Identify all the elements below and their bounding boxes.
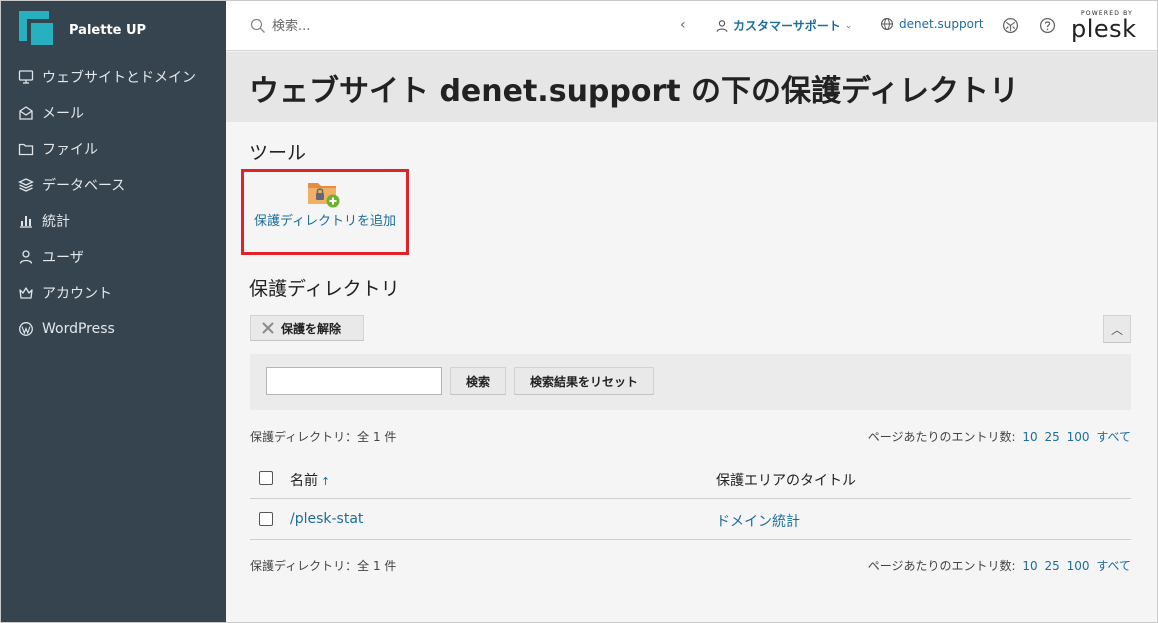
per-page-100[interactable]: 100: [1067, 430, 1090, 444]
sidebar-item-wordpress[interactable]: WordPress: [1, 311, 226, 347]
table-header: 名前 ↑ 保護エリアのタイトル: [250, 457, 1131, 499]
column-name-label: 名前: [290, 473, 318, 489]
select-all-checkbox[interactable]: [259, 471, 273, 485]
page-header: ウェブサイト denet.support の下の保護ディレクトリ: [226, 52, 1157, 122]
search-icon: [250, 18, 265, 33]
column-header-name[interactable]: 名前 ↑: [290, 470, 330, 490]
main-content: ツール 保護ディレクトリを追加 保護ディレクトリ 保護を解除 ︿ 検索 検索結果…: [226, 122, 1157, 622]
sidebar-item-label: アカウント: [42, 286, 112, 302]
sidebar-item-label: ファイル: [42, 142, 98, 158]
mail-icon: [17, 104, 35, 122]
per-page-10[interactable]: 10: [1022, 430, 1037, 444]
sidebar-item-account[interactable]: アカウント: [1, 275, 226, 311]
bar-chart-icon: [17, 212, 35, 230]
sidebar-item-websites-domains[interactable]: ウェブサイトとドメイン: [1, 59, 226, 95]
database-layers-icon: [17, 176, 35, 194]
per-page-10[interactable]: 10: [1022, 559, 1037, 573]
crown-icon: [17, 284, 35, 302]
per-page-selector: ページあたりのエントリ数: 10 25 100 すべて: [868, 428, 1131, 445]
sidebar-item-users[interactable]: ユーザ: [1, 239, 226, 275]
unprotect-label: 保護を解除: [281, 321, 342, 336]
protected-folder-add-icon: [308, 183, 340, 208]
brand[interactable]: Palette UP: [1, 1, 226, 59]
chevron-up-icon: ︿: [1110, 322, 1123, 337]
user-icon: [716, 19, 728, 32]
domain-label: denet.support: [899, 17, 984, 31]
globe-icon: [881, 18, 893, 30]
sidebar-item-label: 統計: [42, 214, 70, 230]
brand-name: Palette UP: [69, 22, 147, 38]
remove-x-icon: [262, 322, 274, 334]
collapse-list-button[interactable]: ︿: [1103, 315, 1131, 343]
tools-section-title: ツール: [249, 142, 307, 164]
sidebar-nav: ウェブサイトとドメイン メール ファイル データベース 統計 ユーザ アカウント…: [1, 59, 226, 347]
per-page-selector-bottom: ページあたりのエントリ数: 10 25 100 すべて: [868, 557, 1131, 574]
per-page-all[interactable]: すべて: [1096, 430, 1131, 444]
per-page-100[interactable]: 100: [1067, 559, 1090, 573]
app-window: Palette UP ウェブサイトとドメイン メール ファイル データベース 統…: [0, 0, 1158, 623]
sidebar-item-label: メール: [42, 106, 84, 122]
sidebar-item-label: データベース: [42, 178, 126, 194]
back-chevron-icon[interactable]: ‹: [680, 17, 686, 33]
sidebar-item-statistics[interactable]: 統計: [1, 203, 226, 239]
per-page-all[interactable]: すべて: [1096, 559, 1131, 573]
add-protected-directory-label: 保護ディレクトリを追加: [253, 214, 397, 229]
table-row: /plesk-stat ドメイン統計: [250, 499, 1131, 540]
sidebar: Palette UP ウェブサイトとドメイン メール ファイル データベース 統…: [1, 1, 226, 622]
sidebar-item-mail[interactable]: メール: [1, 95, 226, 131]
palette-up-logo: [19, 11, 57, 49]
page-title: ウェブサイト denet.support の下の保護ディレクトリ: [249, 74, 1019, 109]
row-checkbox[interactable]: [259, 512, 273, 526]
directory-search-input[interactable]: [266, 367, 442, 395]
sidebar-item-label: ユーザ: [42, 250, 84, 266]
sidebar-item-label: ウェブサイトとドメイン: [42, 70, 196, 86]
extensions-icon[interactable]: [1002, 17, 1019, 34]
sidebar-item-files[interactable]: ファイル: [1, 131, 226, 167]
folder-icon: [17, 140, 35, 158]
area-title-link[interactable]: ドメイン統計: [716, 511, 800, 531]
sidebar-item-label: WordPress: [42, 321, 115, 337]
total-count: 保護ディレクトリ：全 1 件: [250, 430, 397, 444]
unprotect-button[interactable]: 保護を解除: [250, 315, 364, 341]
total-count-bottom: 保護ディレクトリ：全 1 件: [250, 559, 397, 573]
protected-directories-table: 名前 ↑ 保護エリアのタイトル /plesk-stat ドメイン統計: [250, 457, 1131, 540]
chevron-down-icon: ⌄: [844, 20, 853, 31]
per-page-25[interactable]: 25: [1044, 430, 1059, 444]
monitor-icon: [17, 68, 35, 86]
topbar: ‹ カスタマーサポート ⌄ denet.support POWERED BY p…: [226, 1, 1157, 51]
sidebar-item-databases[interactable]: データベース: [1, 167, 226, 203]
add-protected-directory-tool[interactable]: 保護ディレクトリを追加: [241, 169, 409, 255]
search-button[interactable]: 検索: [450, 367, 506, 395]
sort-ascending-icon: ↑: [321, 475, 331, 488]
customer-support-label: カスタマーサポート: [733, 19, 841, 33]
filter-bar: 検索 検索結果をリセット: [250, 354, 1131, 410]
column-header-area-title[interactable]: 保護エリアのタイトル: [716, 470, 856, 490]
directory-name-link[interactable]: /plesk-stat: [290, 511, 363, 527]
global-search-input[interactable]: [272, 15, 472, 37]
customer-support-menu[interactable]: カスタマーサポート ⌄: [715, 17, 852, 34]
directories-section-title: 保護ディレクトリ: [249, 278, 400, 300]
per-page-25[interactable]: 25: [1044, 559, 1059, 573]
plesk-wordmark: plesk: [1071, 15, 1137, 43]
plesk-logo: POWERED BY plesk: [1071, 10, 1137, 43]
reset-search-button[interactable]: 検索結果をリセット: [514, 367, 654, 395]
wordpress-icon: [17, 320, 35, 338]
help-icon[interactable]: [1039, 17, 1056, 34]
per-page-label: ページあたりのエントリ数:: [867, 559, 1016, 573]
user-icon: [17, 248, 35, 266]
domain-link[interactable]: denet.support: [880, 17, 984, 31]
per-page-label: ページあたりのエントリ数:: [867, 430, 1016, 444]
